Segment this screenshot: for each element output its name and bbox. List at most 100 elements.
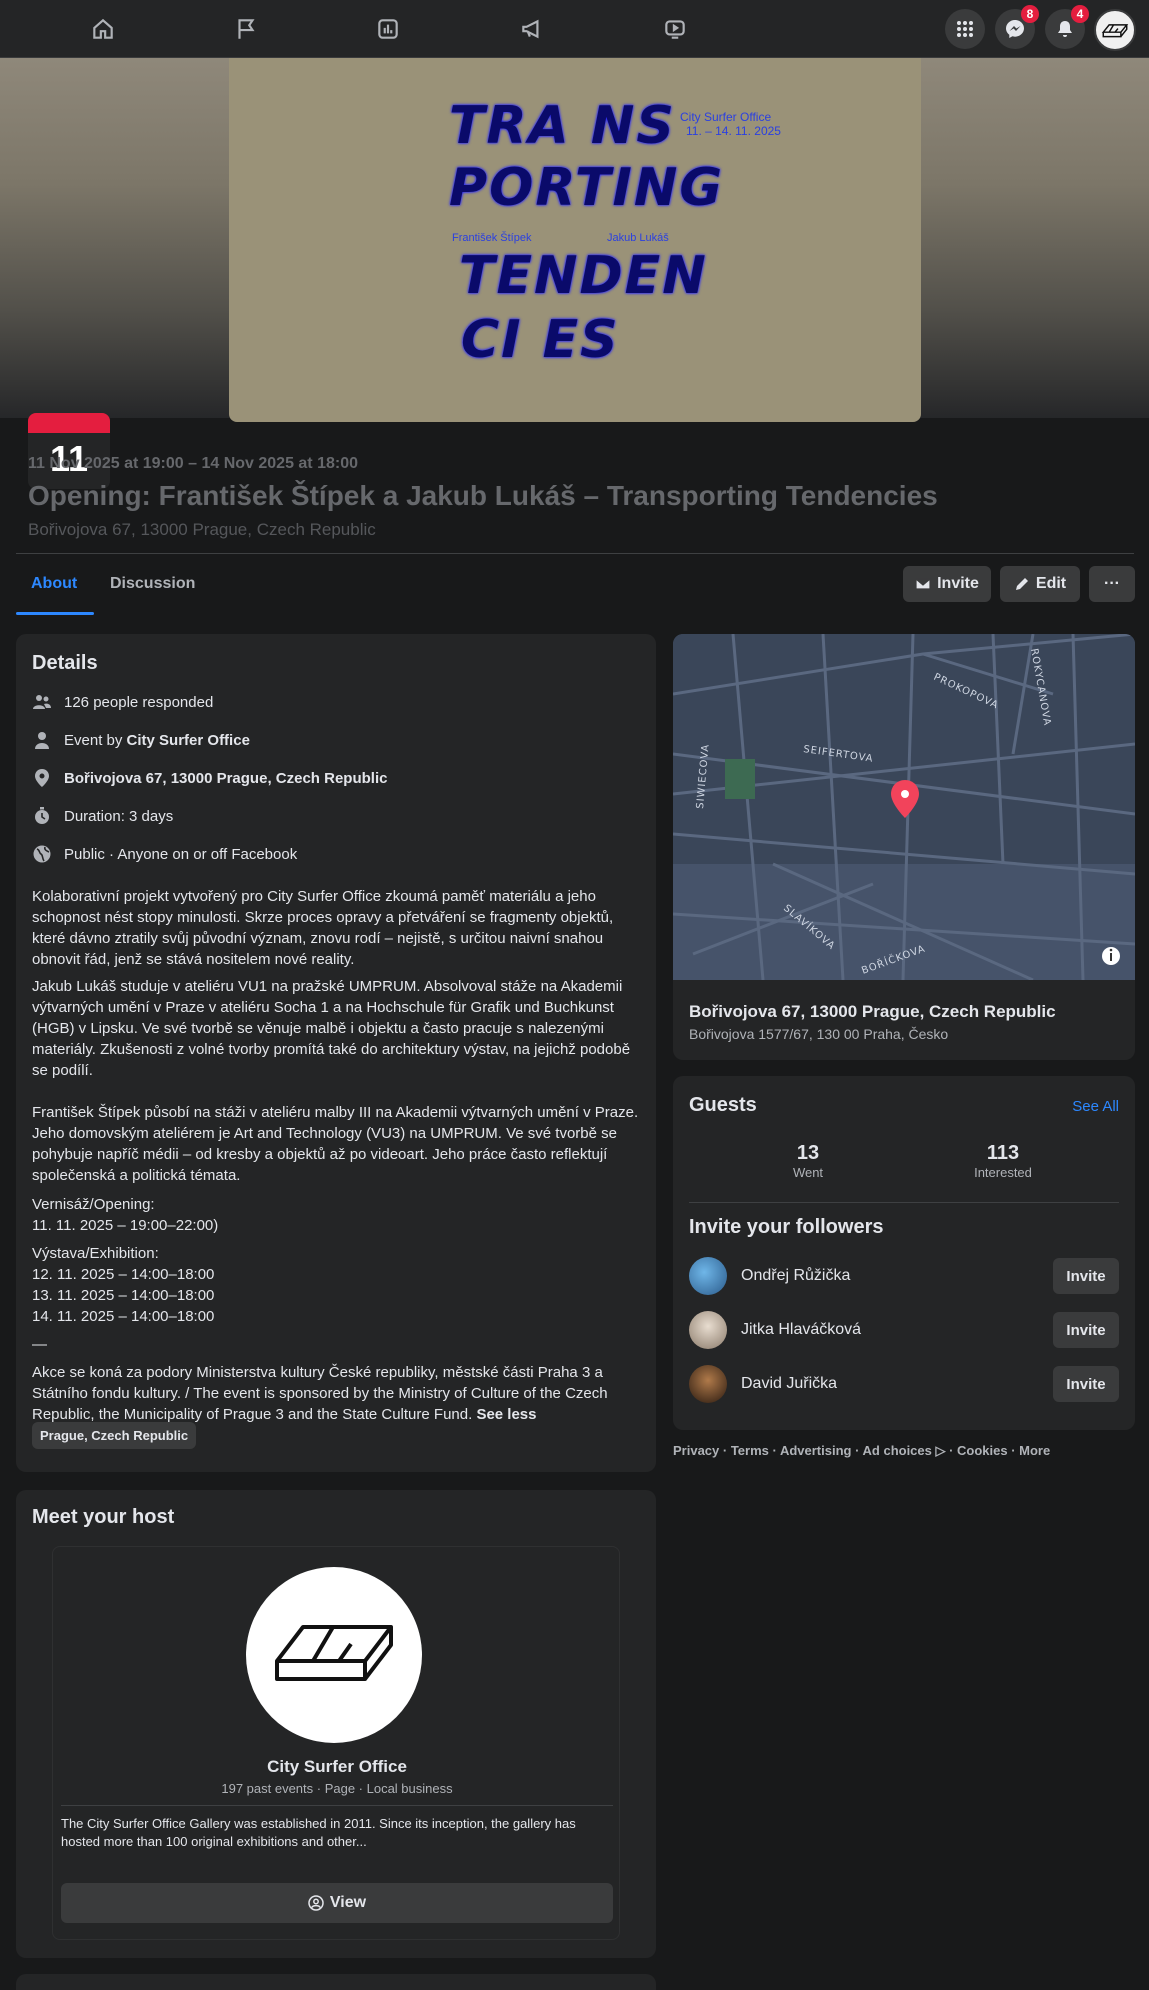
globe-icon	[33, 845, 51, 863]
details-card: Details 126 people responded Event by Ci…	[16, 634, 656, 1472]
follower-name[interactable]: David Juřička	[741, 1375, 1053, 1393]
header-divider	[16, 553, 1134, 554]
notifications-bell-icon[interactable]: 4	[1045, 5, 1089, 49]
stopwatch-icon	[35, 807, 49, 824]
page-content: Details 126 people responded Event by Ci…	[0, 616, 1149, 1990]
event-by-prefix: Event by	[64, 731, 127, 749]
host-avatar[interactable]	[246, 1567, 422, 1743]
opening-time: 11. 11. 2025 – 19:00–22:00)	[32, 1217, 219, 1234]
event-title: Opening: František Štípek a Jakub Lukáš …	[28, 480, 938, 511]
invite-follower-button[interactable]: Invite	[1053, 1366, 1119, 1402]
details-heading: Details	[32, 652, 98, 674]
insights-icon[interactable]	[369, 10, 407, 48]
responded-row: 126 people responded	[32, 692, 213, 712]
tab-active-indicator	[16, 612, 94, 615]
follower-row: Ondřej Růžička Invite	[689, 1254, 1119, 1298]
guests-heading: Guests	[689, 1094, 757, 1116]
more-options-button[interactable]: ···	[1089, 566, 1135, 602]
follower-avatar[interactable]	[689, 1311, 727, 1349]
invite-button[interactable]: Invite	[903, 566, 991, 602]
follower-row: Jitka Hlaváčková Invite	[689, 1308, 1119, 1352]
home-icon[interactable]	[84, 10, 122, 48]
messenger-icon[interactable]: 8	[995, 5, 1039, 49]
follower-avatar[interactable]	[689, 1365, 727, 1403]
poster-text: TENDEN	[459, 246, 708, 306]
top-navigation-bar: 8 4	[0, 0, 1149, 58]
profile-avatar[interactable]	[1094, 9, 1136, 51]
privacy-text: Public · Anyone on or off Facebook	[64, 845, 298, 863]
event-date-badge: 11	[28, 413, 110, 489]
poster-text: CI ES	[461, 310, 620, 370]
host-name[interactable]: City Surfer Office	[53, 1757, 621, 1777]
interested-count: 113	[986, 1142, 1020, 1164]
map-info-icon[interactable]	[1102, 947, 1120, 965]
location-pin-icon	[35, 769, 49, 787]
event-date-range: 11 Nov 2025 at 19:00 – 14 Nov 2025 at 18…	[28, 455, 358, 472]
more-options-icon: ···	[1104, 575, 1120, 592]
poster-text: TRA NS	[449, 96, 676, 156]
edit-label: Edit	[1035, 575, 1067, 592]
event-by-row: Event by City Surfer Office	[32, 730, 250, 750]
invite-label: Invite	[937, 575, 979, 592]
poster-text: PORTING	[449, 158, 725, 218]
location-tag-chip[interactable]: Prague, Czech Republic	[32, 1422, 197, 1449]
megaphone-icon[interactable]	[513, 10, 551, 48]
host-inner-card: City Surfer Office 197 past events · Pag…	[52, 1546, 620, 1940]
exhibition-label: Výstava/Exhibition:	[32, 1245, 159, 1262]
event-address[interactable]: Bořivojova 67, 13000 Prague, Czech Repub…	[28, 520, 376, 540]
video-icon[interactable]	[656, 10, 694, 48]
host-description: The City Surfer Office Gallery was estab…	[61, 1816, 576, 1849]
duration-text: Duration: 3 days	[64, 807, 174, 825]
went-label: Went	[792, 1165, 824, 1180]
host-card: Meet your host City Surfer Office 197 pa…	[16, 1490, 656, 1958]
invite-follower-button[interactable]: Invite	[1053, 1312, 1119, 1348]
menu-grid-icon[interactable]	[945, 9, 985, 49]
exhibition-date: 12. 11. 2025 – 14:00–18:00	[32, 1266, 215, 1283]
view-host-label: View	[329, 1894, 367, 1911]
poster-venue: City Surfer Office	[680, 110, 772, 124]
responded-text: 126 people responded	[64, 693, 214, 711]
see-less-link[interactable]: See less	[476, 1406, 536, 1423]
event-cover: TRA NS PORTING TENDEN CI ES City Surfer …	[0, 58, 1149, 489]
next-card-partial	[16, 1974, 656, 1990]
poster-artist: František Štípek	[452, 232, 532, 244]
guests-card: Guests See All 13 Went 113 Interested In…	[673, 1076, 1135, 1430]
interested-label: Interested	[974, 1165, 1032, 1180]
city-surfer-logo-icon	[1101, 24, 1129, 38]
pencil-icon	[1015, 578, 1028, 590]
interested-stat[interactable]: 113 Interested	[943, 1142, 1063, 1180]
view-host-button[interactable]: View	[61, 1883, 613, 1923]
location-map[interactable]: PROKOPOVA ROKYCANOVA SEIFERTOVA SIWIECOV…	[673, 634, 1135, 980]
separator-dash: —	[32, 1336, 47, 1353]
map-card: PROKOPOVA ROKYCANOVA SEIFERTOVA SIWIECOV…	[673, 634, 1135, 1060]
description-paragraph: Jakub Lukáš studuje v ateliéru VU1 na pr…	[32, 978, 631, 1079]
city-surfer-logo-icon	[275, 1625, 393, 1681]
see-all-link[interactable]: See All	[1072, 1098, 1119, 1115]
follower-name[interactable]: Ondřej Růžička	[741, 1267, 1053, 1285]
envelope-icon	[915, 578, 931, 590]
footer-links[interactable]: Privacy · Terms · Advertising · Ad choic…	[673, 1443, 1050, 1459]
tab-discussion[interactable]: Discussion	[110, 575, 195, 593]
flag-icon[interactable]	[227, 10, 265, 48]
people-icon	[33, 695, 51, 709]
edit-button[interactable]: Edit	[1000, 566, 1080, 602]
follower-name[interactable]: Jitka Hlaváčková	[741, 1321, 1053, 1339]
location-row[interactable]: Bořivojova 67, 13000 Prague, Czech Repub…	[32, 768, 387, 788]
poster-artist: Jakub Lukáš	[607, 232, 669, 244]
follower-avatar[interactable]	[689, 1257, 727, 1295]
duration-row: Duration: 3 days	[32, 806, 173, 826]
tab-about[interactable]: About	[31, 575, 77, 593]
went-stat[interactable]: 13 Went	[748, 1142, 868, 1180]
went-count: 13	[796, 1142, 820, 1164]
map-streets: PROKOPOVA ROKYCANOVA SEIFERTOVA SIWIECOV…	[673, 634, 1135, 980]
host-divider	[61, 1805, 613, 1806]
privacy-row: Public · Anyone on or off Facebook	[32, 844, 297, 864]
description-paragraph: Kolaborativní projekt vytvořený pro City…	[32, 888, 614, 968]
invite-follower-button[interactable]: Invite	[1053, 1258, 1119, 1294]
invite-followers-heading: Invite your followers	[689, 1216, 884, 1238]
opening-label: Vernisáž/Opening:	[32, 1196, 155, 1213]
event-by-host-link[interactable]: City Surfer Office	[127, 732, 250, 749]
location-text: Bořivojova 67, 13000 Prague, Czech Repub…	[64, 769, 388, 787]
map-address-title: Bořivojova 67, 13000 Prague, Czech Repub…	[689, 1002, 1056, 1021]
exhibition-date: 13. 11. 2025 – 14:00–18:00	[32, 1287, 215, 1304]
